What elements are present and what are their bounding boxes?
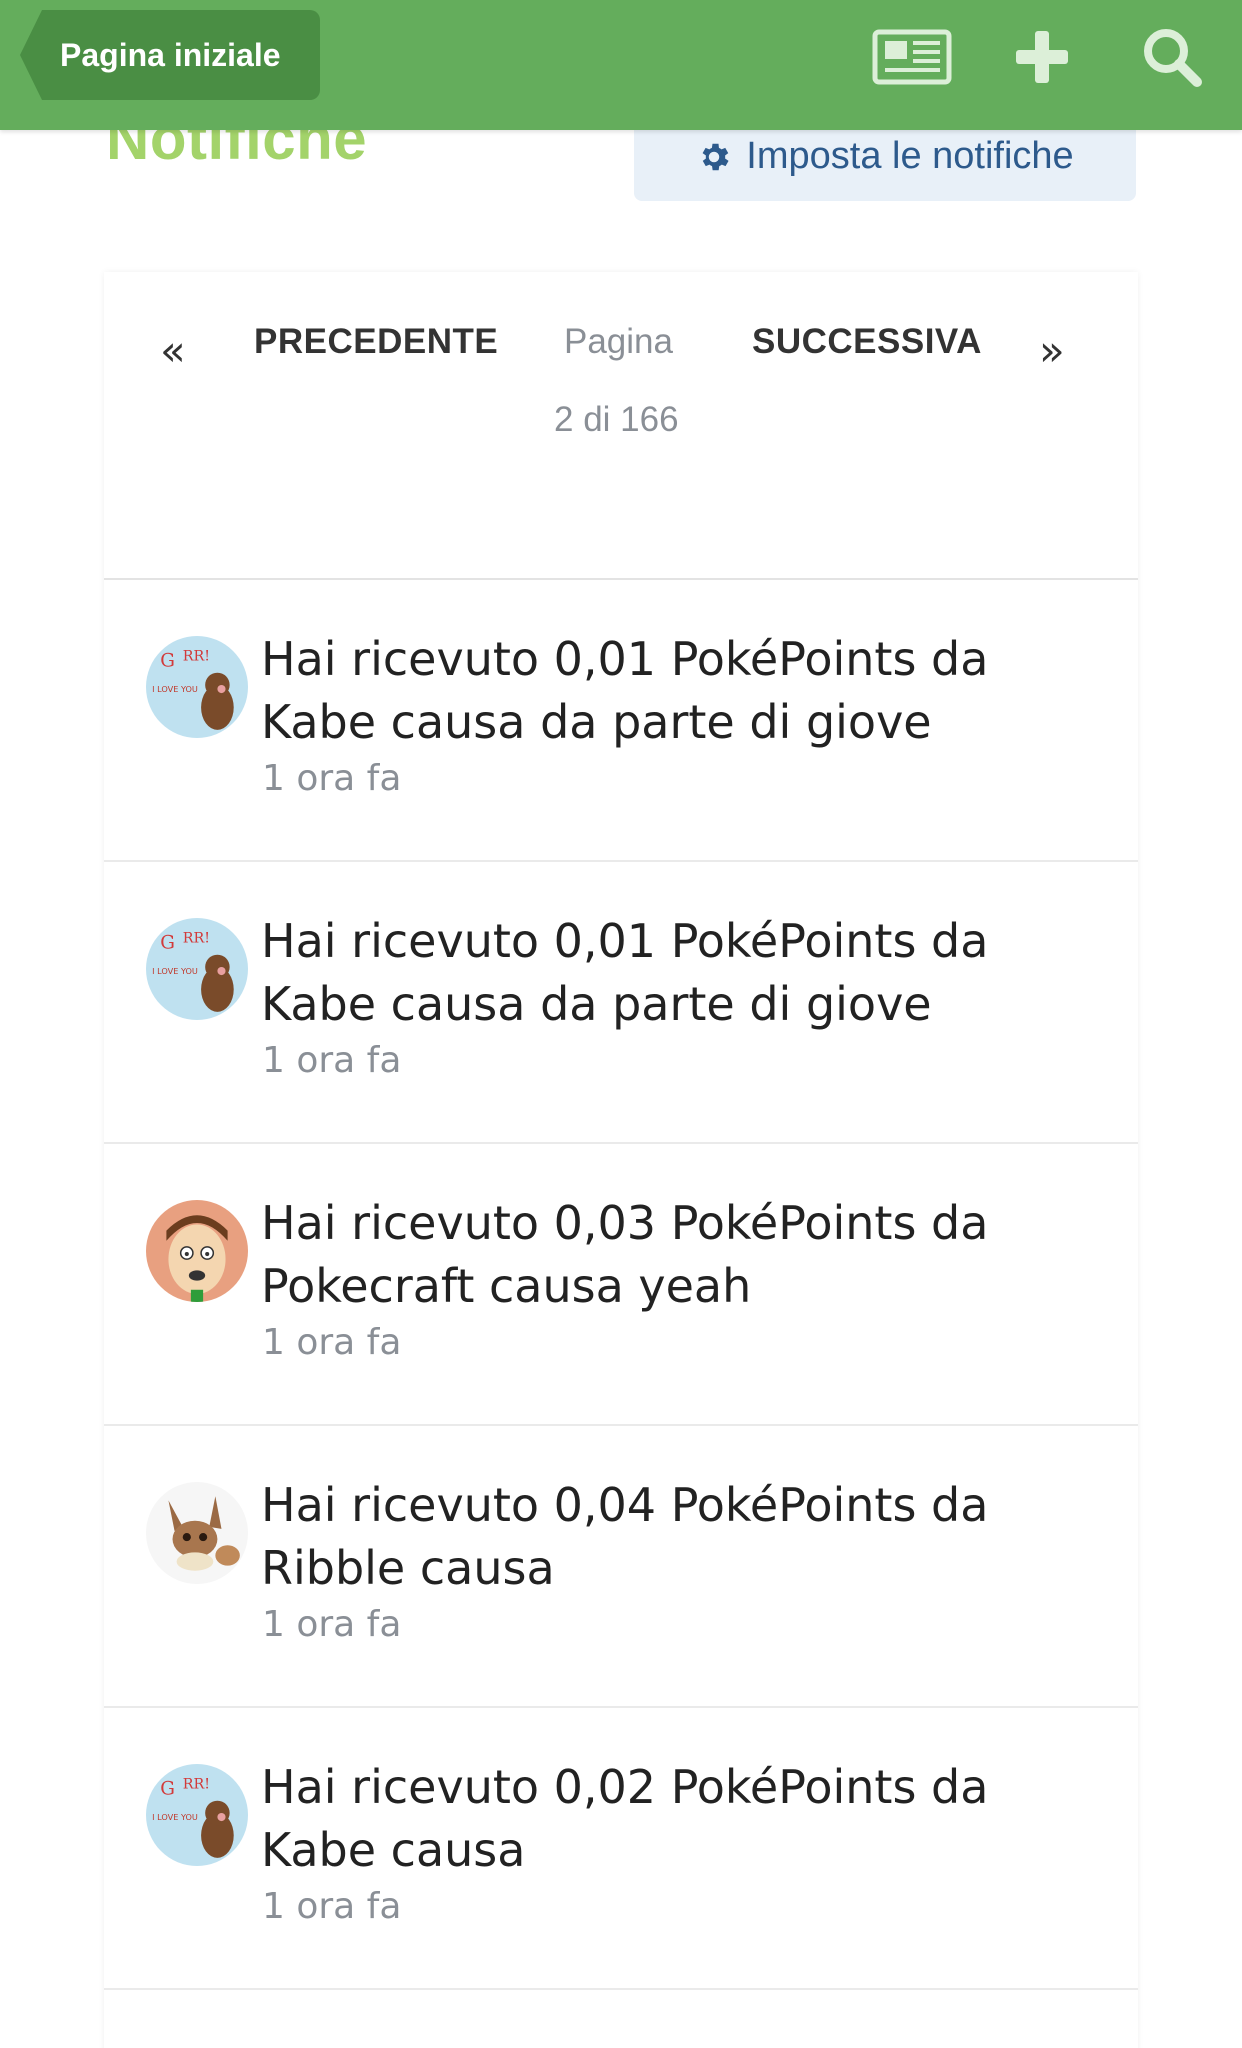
notification-item[interactable]: G RR! I LOVE YOU Hai ricevuto 0,01 PokéP… [104,862,1138,1144]
page-indicator[interactable]: 2 di 166 [554,400,679,440]
notification-time: 1 ora fa [262,758,402,799]
pagination: « PRECEDENTE Pagina 2 di 166 SUCCESSIVA … [104,272,1138,580]
settings-label: Imposta le notifiche [746,135,1074,177]
home-back-button[interactable]: Pagina iniziale [20,10,320,100]
bear-avatar[interactable]: G RR! I LOVE YOU [146,1764,248,1866]
svg-text:G: G [160,933,175,954]
news-icon[interactable] [870,22,954,92]
eevee-avatar[interactable] [146,1482,248,1584]
notification-time: 1 ora fa [262,1604,402,1645]
notification-time: 1 ora fa [262,1322,402,1363]
svg-text:I LOVE YOU: I LOVE YOU [152,1812,198,1822]
cartoon-face-avatar[interactable] [146,1200,248,1302]
notification-item[interactable]: G RR! I LOVE YOU Hai ricevuto 0,01 PokéP… [104,580,1138,862]
bear-avatar[interactable]: G RR! I LOVE YOU [146,636,248,738]
top-header: Pagina iniziale [0,0,1242,130]
previous-page-button[interactable]: PRECEDENTE [254,322,498,362]
double-chevron-left-icon[interactable]: « [160,326,186,375]
plus-icon[interactable] [1000,22,1084,92]
notification-text: Hai ricevuto 0,01 PokéPoints da Kabe cau… [261,914,989,1031]
svg-text:RR!: RR! [183,648,210,664]
svg-text:RR!: RR! [183,1776,210,1792]
home-label: Pagina iniziale [60,36,281,73]
gear-icon [702,143,729,170]
notification-item[interactable]: G RR! I LOVE YOU Hai ricevuto 0,02 PokéP… [104,1708,1138,1990]
notification-text: Hai ricevuto 0,03 PokéPoints da Pokecraf… [261,1196,989,1313]
svg-text:I LOVE YOU: I LOVE YOU [152,684,198,694]
back-arrow-icon [20,10,42,100]
double-chevron-right-icon[interactable]: » [1039,326,1065,375]
svg-text:RR!: RR! [183,930,210,946]
notification-text: Hai ricevuto 0,04 PokéPoints da Ribble c… [261,1478,989,1595]
svg-text:G: G [160,651,175,672]
search-icon[interactable] [1130,22,1214,92]
notification-text: Hai ricevuto 0,01 PokéPoints da Kabe cau… [261,632,989,749]
notifications-card: « PRECEDENTE Pagina 2 di 166 SUCCESSIVA … [104,272,1138,2048]
svg-text:I LOVE YOU: I LOVE YOU [152,966,198,976]
svg-text:G: G [160,1779,175,1800]
next-page-button[interactable]: SUCCESSIVA [752,322,982,362]
notification-text: Hai ricevuto 0,02 PokéPoints da Kabe cau… [261,1760,989,1877]
bear-avatar[interactable]: G RR! I LOVE YOU [146,918,248,1020]
notification-time: 1 ora fa [262,1886,402,1927]
page-label: Pagina [564,322,673,361]
notification-item[interactable]: Hai ricevuto 0,04 PokéPoints da Ribble c… [104,1426,1138,1708]
notification-time: 1 ora fa [262,1040,402,1081]
notification-item[interactable]: Hai ricevuto 0,03 PokéPoints da Pokecraf… [104,1144,1138,1426]
